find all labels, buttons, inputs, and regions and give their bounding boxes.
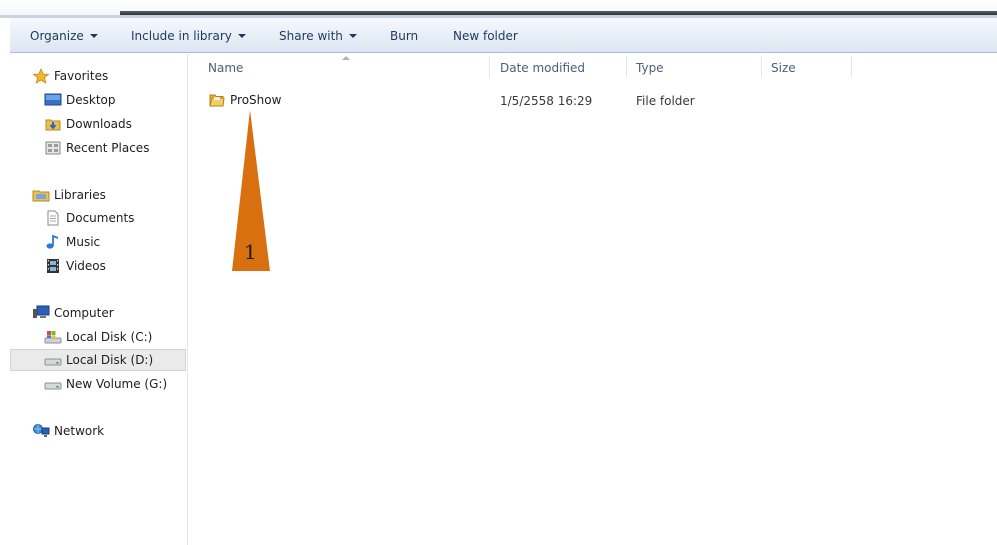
include-in-library-button[interactable]: Include in library <box>131 27 246 45</box>
nav-item-documents[interactable]: Documents <box>44 207 134 229</box>
nav-item-local-disk-c[interactable]: Local Disk (C:) <box>44 326 152 348</box>
chevron-down-icon <box>89 34 98 38</box>
nav-label: New Volume (G:) <box>66 377 168 391</box>
nav-label: Recent Places <box>66 141 150 155</box>
folder-icon <box>208 92 226 108</box>
file-name-cell[interactable]: ProShow <box>208 92 281 108</box>
downloads-icon <box>44 116 62 132</box>
nav-item-recent-places[interactable]: Recent Places <box>44 137 149 159</box>
share-with-label: Share with <box>279 29 343 43</box>
share-with-button[interactable]: Share with <box>279 27 357 45</box>
music-icon <box>44 234 62 250</box>
column-header-label: Name <box>208 61 244 75</box>
nav-label: Network <box>54 424 105 438</box>
drive-icon <box>44 352 62 368</box>
column-header-type[interactable]: Type <box>636 61 664 79</box>
file-name: ProShow <box>230 93 282 107</box>
chevron-down-icon <box>237 34 246 38</box>
column-divider[interactable] <box>851 56 852 78</box>
nav-label: Downloads <box>66 117 132 131</box>
include-in-library-label: Include in library <box>131 29 232 43</box>
chevron-down-icon <box>348 34 357 38</box>
column-header-name[interactable]: Name <box>208 61 243 79</box>
nav-item-network[interactable]: Network <box>32 420 104 442</box>
column-header-label: Date modified <box>500 61 586 75</box>
column-header-size[interactable]: Size <box>771 61 796 79</box>
column-header-date-modified[interactable]: Date modified <box>500 61 585 79</box>
nav-item-desktop[interactable]: Desktop <box>44 89 116 111</box>
desktop-icon <box>44 92 62 108</box>
nav-item-videos[interactable]: Videos <box>44 255 106 277</box>
nav-item-music[interactable]: Music <box>44 231 100 253</box>
video-icon <box>44 258 62 274</box>
burn-button[interactable]: Burn <box>390 27 418 45</box>
organize-label: Organize <box>30 29 84 43</box>
network-icon <box>32 423 50 439</box>
drive-icon <box>44 376 62 392</box>
nav-item-new-volume-g[interactable]: New Volume (G:) <box>44 373 167 395</box>
navigation-pane: Favorites Desktop Downloads Recent Place… <box>10 54 188 545</box>
nav-label: Libraries <box>54 188 106 202</box>
explorer-window: Organize Include in library Share with B… <box>0 0 997 545</box>
recent-places-icon <box>44 140 62 156</box>
file-type: File folder <box>636 94 695 108</box>
command-bar: Organize Include in library Share with B… <box>10 18 997 53</box>
nav-label: Documents <box>66 211 135 225</box>
document-icon <box>44 210 62 226</box>
file-list-view: Name Date modified Type Size ProShow 1/5… <box>189 54 997 545</box>
computer-icon <box>32 305 50 321</box>
sort-ascending-icon <box>342 56 350 60</box>
nav-label: Desktop <box>66 93 116 107</box>
file-date-modified: 1/5/2558 16:29 <box>500 94 593 108</box>
column-header-label: Size <box>771 61 796 75</box>
nav-label: Local Disk (D:) <box>66 353 154 367</box>
nav-label: Videos <box>66 259 106 273</box>
star-icon <box>32 68 50 84</box>
nav-label: Favorites <box>54 69 109 83</box>
nav-item-computer[interactable]: Computer <box>32 302 114 324</box>
system-drive-icon <box>44 329 62 345</box>
organize-button[interactable]: Organize <box>30 27 98 45</box>
libraries-icon <box>32 187 50 203</box>
new-folder-button[interactable]: New folder <box>453 27 518 45</box>
nav-label: Music <box>66 235 101 249</box>
column-divider[interactable] <box>626 56 627 78</box>
burn-label: Burn <box>390 29 419 43</box>
title-bar-edge <box>0 0 997 18</box>
nav-label: Computer <box>54 306 114 320</box>
nav-label: Local Disk (C:) <box>66 330 153 344</box>
nav-item-local-disk-d[interactable]: Local Disk (D:) <box>10 349 186 371</box>
nav-item-libraries[interactable]: Libraries <box>32 184 106 206</box>
column-divider[interactable] <box>489 56 490 78</box>
nav-item-downloads[interactable]: Downloads <box>44 113 132 135</box>
nav-item-favorites[interactable]: Favorites <box>32 65 108 87</box>
new-folder-label: New folder <box>453 29 518 43</box>
column-header-label: Type <box>636 61 664 75</box>
column-divider[interactable] <box>761 56 762 78</box>
